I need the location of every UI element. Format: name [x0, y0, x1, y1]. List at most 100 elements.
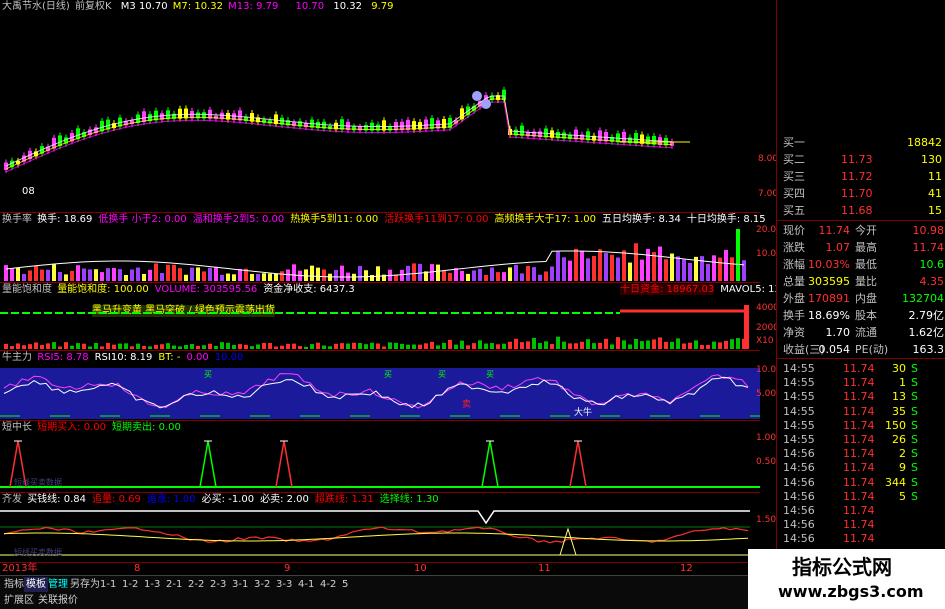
- volume-bar: [64, 342, 68, 349]
- turnover-bar: [436, 264, 440, 281]
- tab-1-3[interactable]: 1-3: [142, 577, 162, 592]
- tab-1-2[interactable]: 1-2: [120, 577, 140, 592]
- volume-bar: [400, 343, 404, 349]
- turnover-bar: [268, 273, 272, 281]
- bid-row[interactable]: 买三 11.72 11: [777, 168, 945, 185]
- turnover-bar: [166, 264, 170, 281]
- tab-3-3[interactable]: 3-3: [274, 577, 294, 592]
- turnover-bar: [52, 264, 56, 281]
- turnover-bar: [70, 270, 74, 281]
- turnover-bar: [232, 274, 236, 281]
- turnover-bar: [532, 267, 536, 281]
- turnover-bar: [124, 274, 128, 281]
- volume-bar: [70, 345, 74, 349]
- rsi-bull-marker: 大牛: [574, 408, 593, 418]
- turnover-bar: [22, 273, 26, 281]
- tab-2-1[interactable]: 2-1: [164, 577, 184, 592]
- volume-bar: [544, 341, 548, 349]
- turnover-bar: [34, 265, 38, 281]
- tick-flag: S: [911, 475, 918, 489]
- turnover-bar: [430, 264, 434, 281]
- tick-price: 11.74: [843, 518, 875, 532]
- tab-管理[interactable]: 管理: [46, 577, 70, 592]
- turnover-bar: [226, 273, 230, 281]
- turnover-bar: [202, 271, 206, 281]
- tab-扩展区[interactable]: 扩展区: [2, 593, 36, 608]
- volume-bar: [28, 344, 32, 349]
- bid-row[interactable]: 买一 18842: [777, 134, 945, 151]
- turnover-chart[interactable]: [0, 213, 760, 283]
- turnover-bar: [184, 274, 188, 281]
- volume-bar: [376, 343, 380, 349]
- volume-bar: [538, 343, 542, 349]
- chart-area[interactable]: 大禹节水(日线) 前复权K M3 10.70 M7: 10.32 M13: 9.…: [0, 0, 776, 575]
- rsi-line: [3, 376, 749, 409]
- x-label: 11: [538, 563, 551, 574]
- tab-2-3[interactable]: 2-3: [208, 577, 228, 592]
- volume-bar: [382, 346, 386, 349]
- bid-row[interactable]: 买二 11.73 130: [777, 151, 945, 168]
- turnover-bar: [130, 269, 134, 281]
- tab-3-2[interactable]: 3-2: [252, 577, 272, 592]
- turnover-bar: [442, 270, 446, 281]
- rsi-panel[interactable]: 牛主力 RSI5: 8.78 RSI10: 8.19 BT: -0.00 10.00 …: [0, 350, 760, 420]
- tab-4-2[interactable]: 4-2: [318, 577, 338, 592]
- tab-4-1[interactable]: 4-1: [296, 577, 316, 592]
- volume-bar: [256, 344, 260, 349]
- rsi-chart[interactable]: [0, 351, 760, 421]
- volume-chart[interactable]: [0, 283, 760, 351]
- volume-bar: [532, 337, 536, 349]
- tab-2-2[interactable]: 2-2: [186, 577, 206, 592]
- kline-chart[interactable]: [0, 0, 760, 212]
- turnover-bar: [16, 267, 20, 281]
- bid-volume: 18842: [907, 136, 942, 149]
- tab-关联报价[interactable]: 关联报价: [36, 593, 80, 608]
- volume-bar: [340, 343, 344, 349]
- signal-chart[interactable]: [0, 493, 760, 563]
- rsi-buy-marker: 买: [204, 370, 212, 379]
- tick-row: 14:55 11.74 30 S: [777, 361, 945, 376]
- bid-row[interactable]: 买四 11.70 41: [777, 185, 945, 202]
- volume-bar: [238, 344, 242, 349]
- bid-row[interactable]: 买五 11.68 15: [777, 202, 945, 219]
- kline-panel[interactable]: 大禹节水(日线) 前复权K M3 10.70 M7: 10.32 M13: 9.…: [0, 0, 760, 212]
- trade-chart[interactable]: [0, 421, 760, 493]
- tick-row: 14:55 11.74 26 S: [777, 432, 945, 447]
- signal-panel[interactable]: 齐发 买钱线: 0.84 追量: 0.69 追涨: 1.00 必买: -1.00 必卖:…: [0, 492, 760, 562]
- turnover-bar: [160, 272, 164, 281]
- volume-panel[interactable]: 量能饱和度 量能饱和度: 100.00 VOLUME: 303595.56 资金净收…: [0, 282, 776, 351]
- turnover-bar: [214, 266, 218, 281]
- volume-bar: [652, 339, 656, 349]
- volume-bar: [184, 345, 188, 349]
- stat-value: 10.03%: [808, 258, 850, 271]
- volume-bar: [616, 337, 620, 349]
- tab-5[interactable]: 5: [340, 577, 350, 592]
- volume-bar: [550, 344, 554, 349]
- turnover-bar: [604, 253, 608, 281]
- turnover-bar: [88, 269, 92, 281]
- tab-指标[interactable]: 指标: [2, 577, 26, 592]
- stat-row: 涨跌 1.07 最高 11.74: [777, 239, 945, 256]
- trade-panel[interactable]: 短中长 短期买入: 0.00 短期卖出: 0.00 短线买卖数据: [0, 420, 760, 492]
- volume-ytick: 20000: [756, 323, 776, 333]
- tab-1-1[interactable]: 1-1: [98, 577, 118, 592]
- turnover-panel[interactable]: 换手率 换手: 18.69 低换手 小于2: 0.00 温和换手2到5: 0.00 热…: [0, 212, 766, 283]
- volume-bar: [430, 341, 434, 349]
- tick-price: 11.74: [843, 404, 875, 418]
- volume-bar: [244, 344, 248, 349]
- tab-3-1[interactable]: 3-1: [230, 577, 250, 592]
- turnover-bar: [562, 257, 566, 281]
- volume-bar: [154, 344, 158, 349]
- turnover-bar: [598, 249, 602, 281]
- volume-bar: [316, 342, 320, 349]
- volume-bar: [352, 342, 356, 349]
- tab-另存为[interactable]: 另存为: [68, 577, 102, 592]
- volume-bar: [58, 346, 62, 349]
- tick-volume: 35: [892, 404, 906, 418]
- turnover-bar: [514, 264, 518, 281]
- tick-volume: 30: [892, 362, 906, 375]
- volume-bar: [454, 344, 458, 349]
- volume-bar: [580, 341, 584, 349]
- tab-模板[interactable]: 模板: [24, 577, 48, 592]
- tick-row: 14:56 11.74: [777, 531, 945, 546]
